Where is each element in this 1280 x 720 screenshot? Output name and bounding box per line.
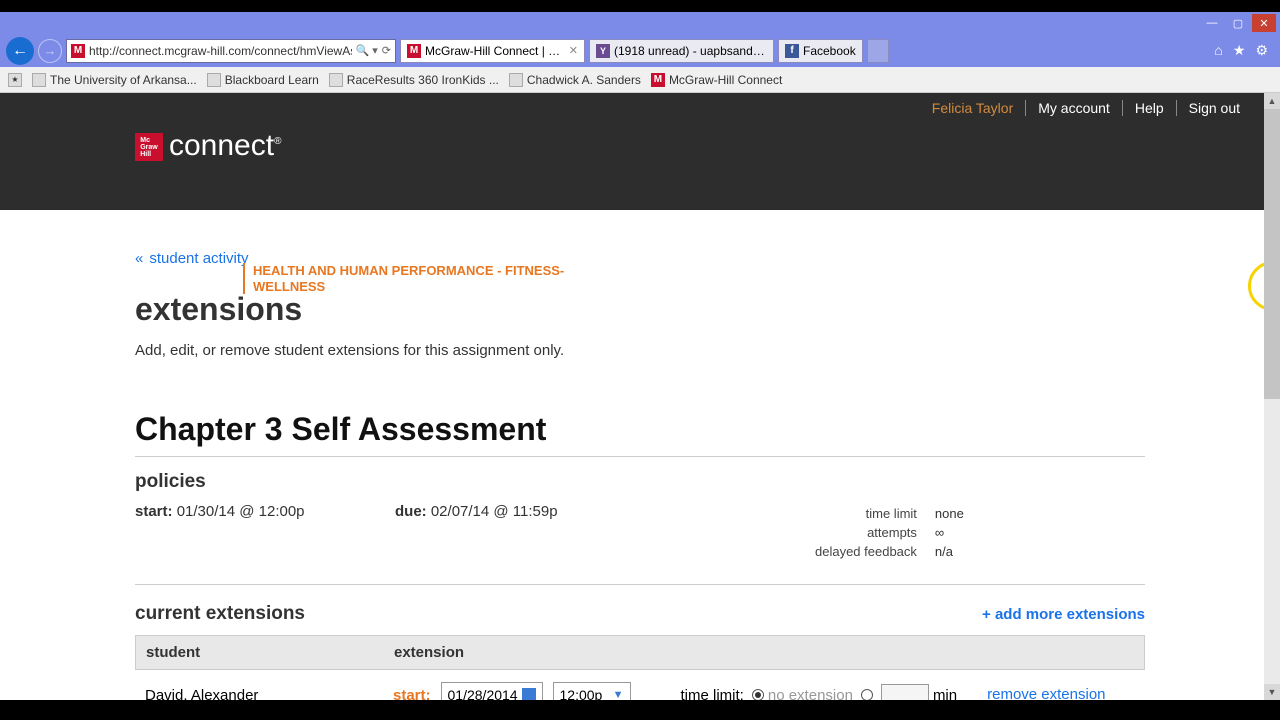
tools-icon[interactable]: ⚙ (1255, 42, 1268, 59)
minimize-button[interactable]: — (1200, 14, 1224, 32)
bookmark-item[interactable]: RaceResults 360 IronKids ... (329, 73, 499, 87)
tab-close-icon[interactable]: ✕ (569, 44, 578, 57)
add-more-extensions-link[interactable]: + add more extensions (982, 606, 1145, 623)
policy-due: due: 02/07/14 @ 11:59p (395, 503, 665, 562)
tab-mcgraw[interactable]: M McGraw-Hill Connect | Edit ... ✕ (400, 39, 585, 63)
scroll-thumb[interactable] (1264, 109, 1280, 399)
table-header: student extension (135, 635, 1145, 670)
dropdown-icon[interactable]: ▼ (613, 689, 624, 700)
tab-facebook[interactable]: f Facebook (778, 39, 863, 63)
add-favorite[interactable]: ★ (8, 73, 22, 87)
search-dropdown-icon[interactable]: 🔍 ▾ (356, 44, 378, 57)
policy-start: start: 01/30/14 @ 12:00p (135, 503, 395, 562)
site-header: McGrawHill connect® (0, 123, 1280, 210)
site-favicon: M (71, 44, 85, 58)
sign-out-link[interactable]: Sign out (1176, 100, 1252, 116)
bookmarks-bar: ★ The University of Arkansa... Blackboar… (0, 67, 1280, 93)
scroll-up-button[interactable]: ▲ (1264, 93, 1280, 109)
bookmark-item[interactable]: Chadwick A. Sanders (509, 73, 641, 87)
tab-favicon: f (785, 44, 799, 58)
window-titlebar: — ▢ ✕ (0, 12, 1280, 34)
help-link[interactable]: Help (1122, 100, 1176, 116)
new-tab-button[interactable] (867, 39, 889, 63)
course-subtitle: HEALTH AND HUMAN PERFORMANCE - FITNESS-W… (243, 263, 573, 294)
mcgraw-logo-icon: McGrawHill (135, 133, 163, 161)
calendar-icon[interactable] (522, 688, 536, 700)
tab-yahoo[interactable]: Y (1918 unread) - uapbsanders - ... (589, 39, 774, 63)
bookmark-item[interactable]: The University of Arkansa... (32, 73, 197, 87)
bookmark-favicon: M (651, 73, 665, 87)
assignment-title: Chapter 3 Self Assessment (135, 411, 1145, 457)
vertical-scrollbar[interactable]: ▲ ▼ (1264, 93, 1280, 700)
close-button[interactable]: ✕ (1252, 14, 1276, 32)
tab-label: (1918 unread) - uapbsanders - ... (614, 44, 767, 58)
th-student: student (146, 644, 394, 661)
back-arrow-icon: « (135, 250, 143, 267)
page-description: Add, edit, or remove student extensions … (135, 342, 1145, 359)
tab-label: Facebook (803, 44, 856, 58)
current-extensions-heading: current extensions (135, 603, 305, 625)
bookmark-item[interactable]: Blackboard Learn (207, 73, 319, 87)
refresh-icon[interactable]: ⟳ (382, 44, 391, 57)
browser-navbar: ← → M 🔍 ▾ ⟳ M McGraw-Hill Connect | Edit… (0, 34, 1280, 67)
minutes-input[interactable] (881, 684, 929, 700)
forward-button[interactable]: → (38, 39, 62, 63)
page-title: extensions (135, 291, 1145, 328)
favorites-icon[interactable]: ★ (1233, 42, 1246, 59)
bookmark-item[interactable]: MMcGraw-Hill Connect (651, 73, 782, 87)
no-extension-label: no extension (768, 687, 853, 701)
page-content: Felicia Taylor My account Help Sign out … (0, 93, 1280, 700)
start-date-input[interactable]: 01/28/2014 (441, 682, 543, 700)
start-label: start: (393, 687, 431, 701)
my-account-link[interactable]: My account (1025, 100, 1122, 116)
min-label: min (933, 687, 957, 701)
url-input[interactable] (89, 44, 352, 58)
connect-logo: connect® (169, 129, 281, 163)
radio-custom-min[interactable] (861, 689, 873, 700)
policies-heading: policies (135, 471, 1145, 493)
extension-row: David, Alexander start: 01/28/2014 12:00… (135, 670, 1145, 700)
th-extension: extension (394, 644, 464, 661)
address-bar[interactable]: M 🔍 ▾ ⟳ (66, 39, 396, 63)
time-limit-label: time limit: (681, 687, 744, 701)
tab-label: McGraw-Hill Connect | Edit ... (425, 44, 565, 58)
maximize-button[interactable]: ▢ (1226, 14, 1250, 32)
start-time-input[interactable]: 12:00p ▼ (553, 682, 631, 700)
tab-favicon: M (407, 44, 421, 58)
scroll-down-button[interactable]: ▼ (1264, 684, 1280, 700)
tab-favicon: Y (596, 44, 610, 58)
remove-extension-link[interactable]: remove extension (987, 687, 1105, 700)
policy-details: time limitnone attempts∞ delayed feedbac… (805, 503, 1145, 562)
home-icon[interactable]: ⌂ (1214, 42, 1222, 59)
account-bar: Felicia Taylor My account Help Sign out (0, 93, 1280, 123)
student-name: David, Alexander (145, 687, 393, 701)
radio-no-extension[interactable] (752, 689, 764, 700)
back-button[interactable]: ← (6, 37, 34, 65)
user-name[interactable]: Felicia Taylor (920, 100, 1025, 116)
